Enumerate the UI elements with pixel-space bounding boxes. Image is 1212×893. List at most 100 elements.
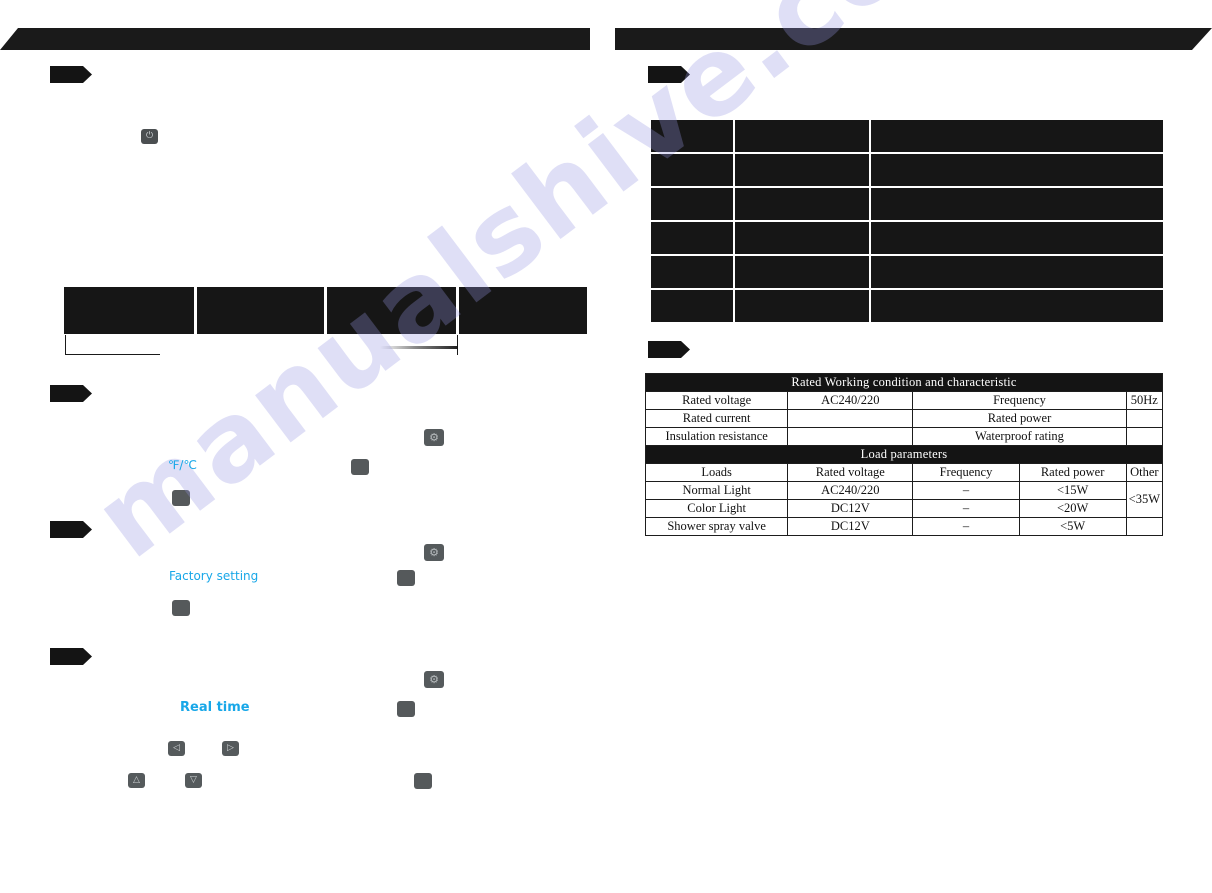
confirm-key-6[interactable] [414, 773, 432, 789]
spec-cell: <5W [1018, 517, 1127, 536]
table-border-fragment [65, 354, 160, 355]
factory-setting-label: Factory setting [169, 569, 259, 583]
spec-cell: – [912, 499, 1020, 518]
spec-cell: Rated voltage [644, 391, 789, 410]
spec-cell [1125, 517, 1164, 536]
spec-row-insulation: Insulation resistance Waterproof rating [644, 427, 1164, 446]
spec-row-rated-voltage: Rated voltage AC240/220 Frequency 50Hz [644, 391, 1164, 410]
table-border-fragment [65, 335, 66, 355]
spec-cell: DC12V [787, 517, 914, 536]
power-key-glyph: ⏻ [145, 131, 154, 141]
table-row [651, 188, 1163, 220]
spec-cell: AC240/220 [787, 391, 914, 410]
spec-row-rated-current: Rated current Rated power [644, 409, 1164, 428]
spec-cell: AC240/220 [787, 481, 914, 500]
table-cell [735, 188, 869, 220]
spec-header-cell: Rated power [1018, 463, 1127, 482]
left-header-bar [0, 28, 590, 50]
right-arrow-key[interactable]: ▷ [222, 741, 239, 756]
table-cell [735, 256, 869, 288]
confirm-key-1[interactable] [351, 459, 369, 475]
up-arrow-icon: △ [133, 775, 140, 785]
table-cell [735, 290, 869, 322]
gear-glyph: ⚙ [429, 546, 439, 559]
table-cell [197, 287, 325, 334]
left-section-tag-2 [50, 385, 92, 402]
left-section-tag-3 [50, 521, 92, 538]
power-key-icon[interactable]: ⏻ [141, 129, 158, 144]
spec-header-cell: Loads [644, 463, 789, 482]
gear-key-icon[interactable]: ⚙ [424, 429, 444, 446]
right-section-tag-1 [648, 66, 690, 83]
right-header-bar [615, 28, 1212, 50]
spec-title-row: Rated Working condition and characterist… [645, 373, 1163, 392]
spec-cell: Normal Light [644, 481, 789, 500]
table-cell [871, 120, 1163, 152]
table-border-fragment [457, 335, 458, 355]
spec-cell [787, 427, 914, 446]
real-time-label: Real time [180, 700, 250, 715]
table-cell [871, 154, 1163, 186]
spec-header-cell: Other [1125, 463, 1164, 482]
spec-cell: DC12V [787, 499, 914, 518]
spec-cell [1125, 409, 1164, 428]
up-arrow-key[interactable]: △ [128, 773, 145, 788]
table-cell [64, 287, 195, 334]
spec-cell: Frequency [912, 391, 1127, 410]
gear-key-icon-2[interactable]: ⚙ [424, 544, 444, 561]
right-arrow-icon: ▷ [227, 743, 234, 753]
spec-load-header-row: Loads Rated voltage Frequency Rated powe… [644, 463, 1164, 482]
table-cell [651, 222, 733, 254]
table-cell [735, 154, 869, 186]
right-section-tag-2 [648, 341, 690, 358]
manual-page: manualshive.com ⏻ ⚙ ℉/℃ ⚙ Factory settin… [0, 0, 1212, 893]
specification-table: Rated Working condition and characterist… [644, 373, 1164, 536]
spec-header-cell: Rated voltage [787, 463, 914, 482]
spec-cell-other: <35W [1125, 481, 1164, 518]
spec-cell: Insulation resistance [644, 427, 789, 446]
gear-glyph: ⚙ [429, 673, 439, 686]
gear-glyph: ⚙ [429, 431, 439, 444]
spec-load-title-row: Load parameters [645, 445, 1163, 464]
spec-cell: <20W [1018, 499, 1127, 518]
spec-cell: – [912, 517, 1020, 536]
spec-load-row-color-light: Color Light DC12V – <20W [644, 499, 1163, 518]
confirm-key-3[interactable] [397, 570, 415, 586]
table-cell [651, 154, 733, 186]
right-redacted-table [651, 120, 1163, 322]
table-border-fragment [380, 346, 458, 349]
spec-cell: <15W [1018, 481, 1127, 500]
table-cell [735, 222, 869, 254]
table-cell [651, 290, 733, 322]
table-cell [651, 120, 733, 152]
left-arrow-key[interactable]: ◁ [168, 741, 185, 756]
table-cell [458, 287, 587, 334]
table-row [651, 120, 1163, 152]
down-arrow-icon: ▽ [190, 775, 197, 785]
spec-cell [1125, 427, 1164, 446]
spec-cell: Rated current [644, 409, 789, 428]
confirm-key-5[interactable] [397, 701, 415, 717]
spec-cell: Rated power [912, 409, 1127, 428]
table-cell [735, 120, 869, 152]
confirm-key-4[interactable] [172, 600, 190, 616]
table-cell [651, 188, 733, 220]
down-arrow-key[interactable]: ▽ [185, 773, 202, 788]
table-cell [651, 256, 733, 288]
confirm-key-2[interactable] [172, 490, 190, 506]
spec-cell: Waterproof rating [912, 427, 1127, 446]
spec-cell: 50Hz [1125, 391, 1164, 410]
gear-key-icon-3[interactable]: ⚙ [424, 671, 444, 688]
table-row [651, 290, 1163, 322]
spec-header-cell: Frequency [912, 463, 1020, 482]
left-section-tag-4 [50, 648, 92, 665]
spec-cell: Shower spray valve [644, 517, 789, 536]
spec-cell [787, 409, 914, 428]
table-cell [871, 222, 1163, 254]
spec-load-row-normal-light: Normal Light AC240/220 – <15W <35W [644, 481, 1164, 518]
table-cell [871, 256, 1163, 288]
left-arrow-icon: ◁ [173, 743, 180, 753]
table-row [651, 256, 1163, 288]
table-cell [871, 188, 1163, 220]
table-row [651, 222, 1163, 254]
